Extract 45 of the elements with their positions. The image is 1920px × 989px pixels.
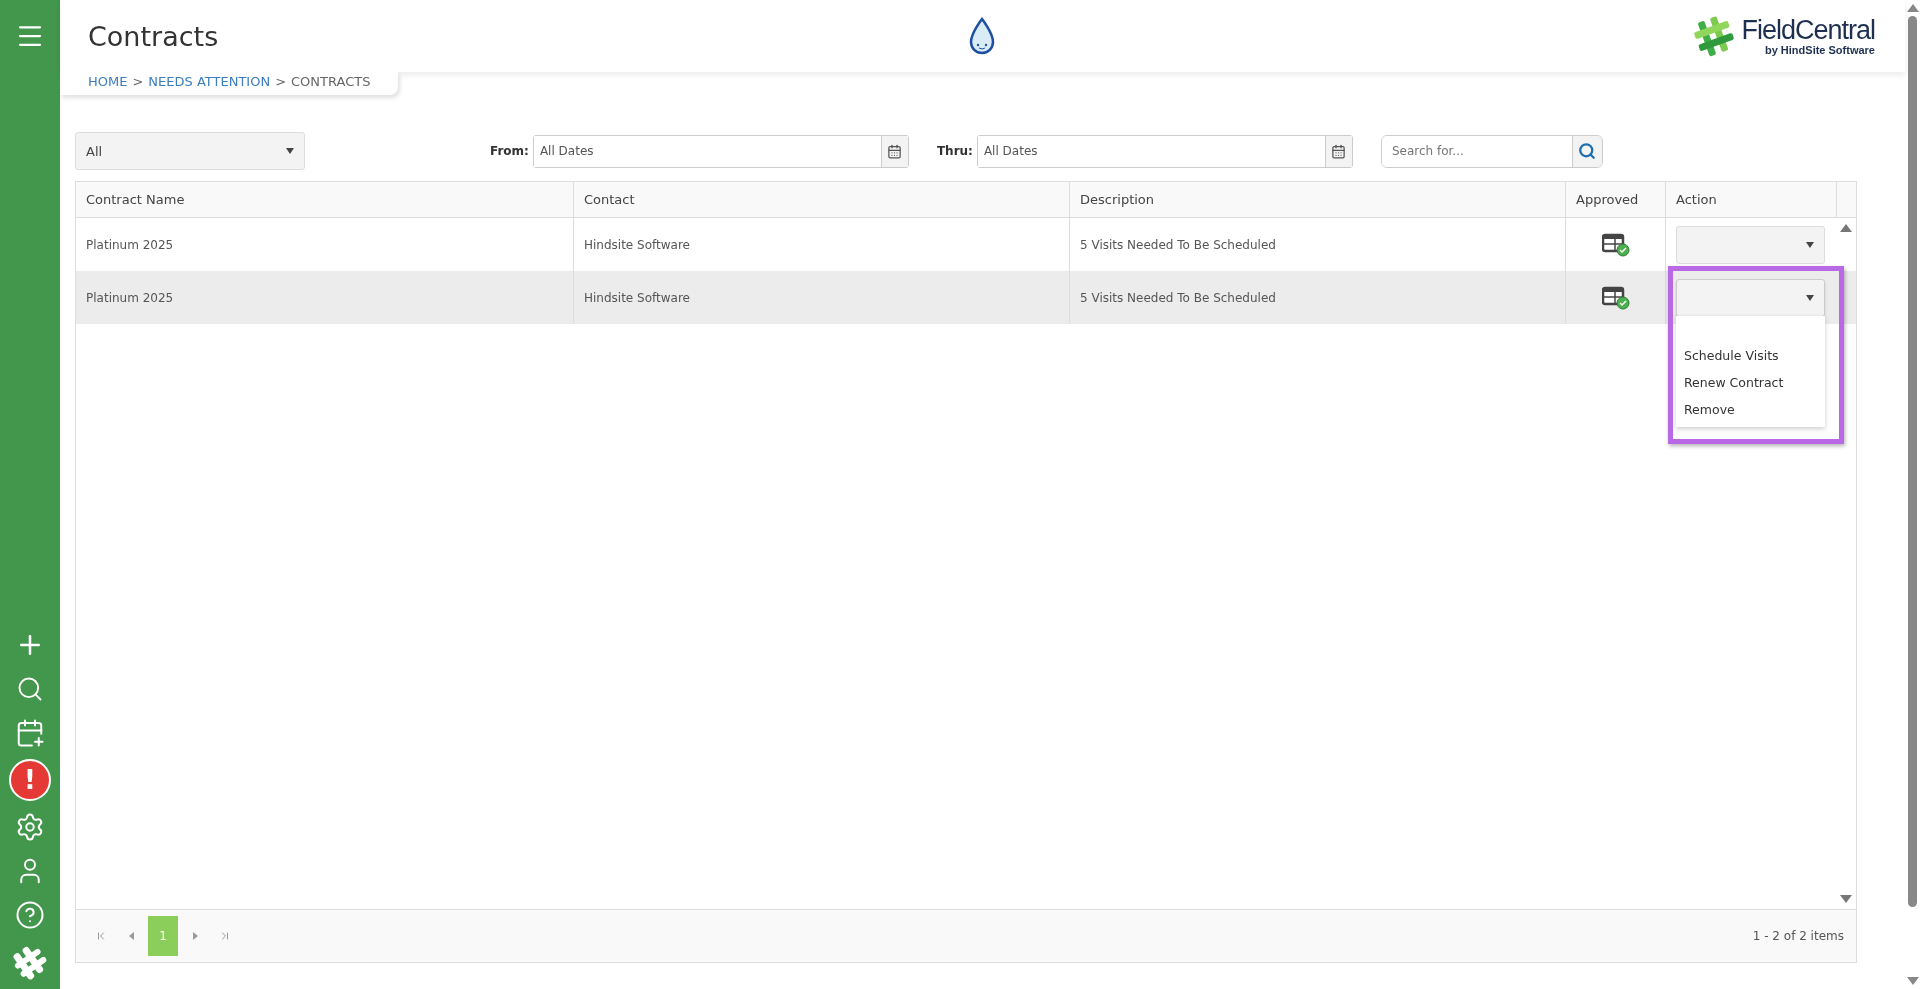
column-header[interactable]: Description [1070,182,1566,217]
search-button[interactable] [1571,135,1602,167]
pager-summary: 1 - 2 of 2 items [1752,929,1844,943]
calendar-button[interactable] [880,135,908,167]
help-icon [15,900,45,930]
caret-icon [286,148,294,154]
brand-tagline: by HindSite Software [1764,43,1875,56]
caret-icon [1806,241,1814,248]
calendar-plus-icon [15,718,45,748]
search-icon [16,675,44,703]
breadcrumb-label: > [132,74,144,89]
approved-calendar-icon [1601,285,1630,310]
column-header[interactable]: Contact [574,182,1070,217]
scroll-up-icon[interactable] [1840,224,1852,232]
alert-button[interactable]: ! [9,759,51,801]
water-drop-logo [967,17,996,55]
thru-label: Thru: [936,144,973,158]
last-page-icon [219,930,231,942]
breadcrumb-link[interactable]: NEEDS ATTENTION [148,74,271,89]
breadcrumb-label: CONTRACTS [291,74,371,89]
breadcrumb-label: > [275,74,287,89]
column-header[interactable]: Approved [1566,182,1666,217]
table-cell: Platinum 2025 [76,271,574,324]
calendar-icon [1331,143,1347,159]
breadcrumb-link[interactable]: HOME [88,74,128,89]
brand-name: FieldCentral [1741,16,1875,44]
table-cell: 5 Visits Needed To Be Scheduled [1070,271,1566,324]
caret-icon [1806,294,1814,301]
page-title: Contracts [88,20,220,52]
search-field[interactable]: Search for... [1380,134,1603,168]
menu-item[interactable]: Schedule Visits [1676,342,1825,369]
first-page-icon [95,930,107,942]
calendar-button[interactable] [1324,135,1352,167]
column-header[interactable]: Action [1666,182,1837,217]
table-cell: Hindsite Software [574,271,1070,324]
menu-item[interactable]: Remove [1676,396,1825,423]
calendar-icon [887,143,903,159]
column-header[interactable]: Contract Name [76,182,574,217]
approved-calendar-icon [1601,232,1630,257]
search-icon [1578,142,1597,160]
from-label: From: [490,144,529,158]
settings-icon [15,812,45,842]
status-select[interactable]: All [75,132,305,170]
brand-logo-icon [1693,15,1736,57]
menu-item[interactable]: Renew Contract [1676,369,1825,396]
